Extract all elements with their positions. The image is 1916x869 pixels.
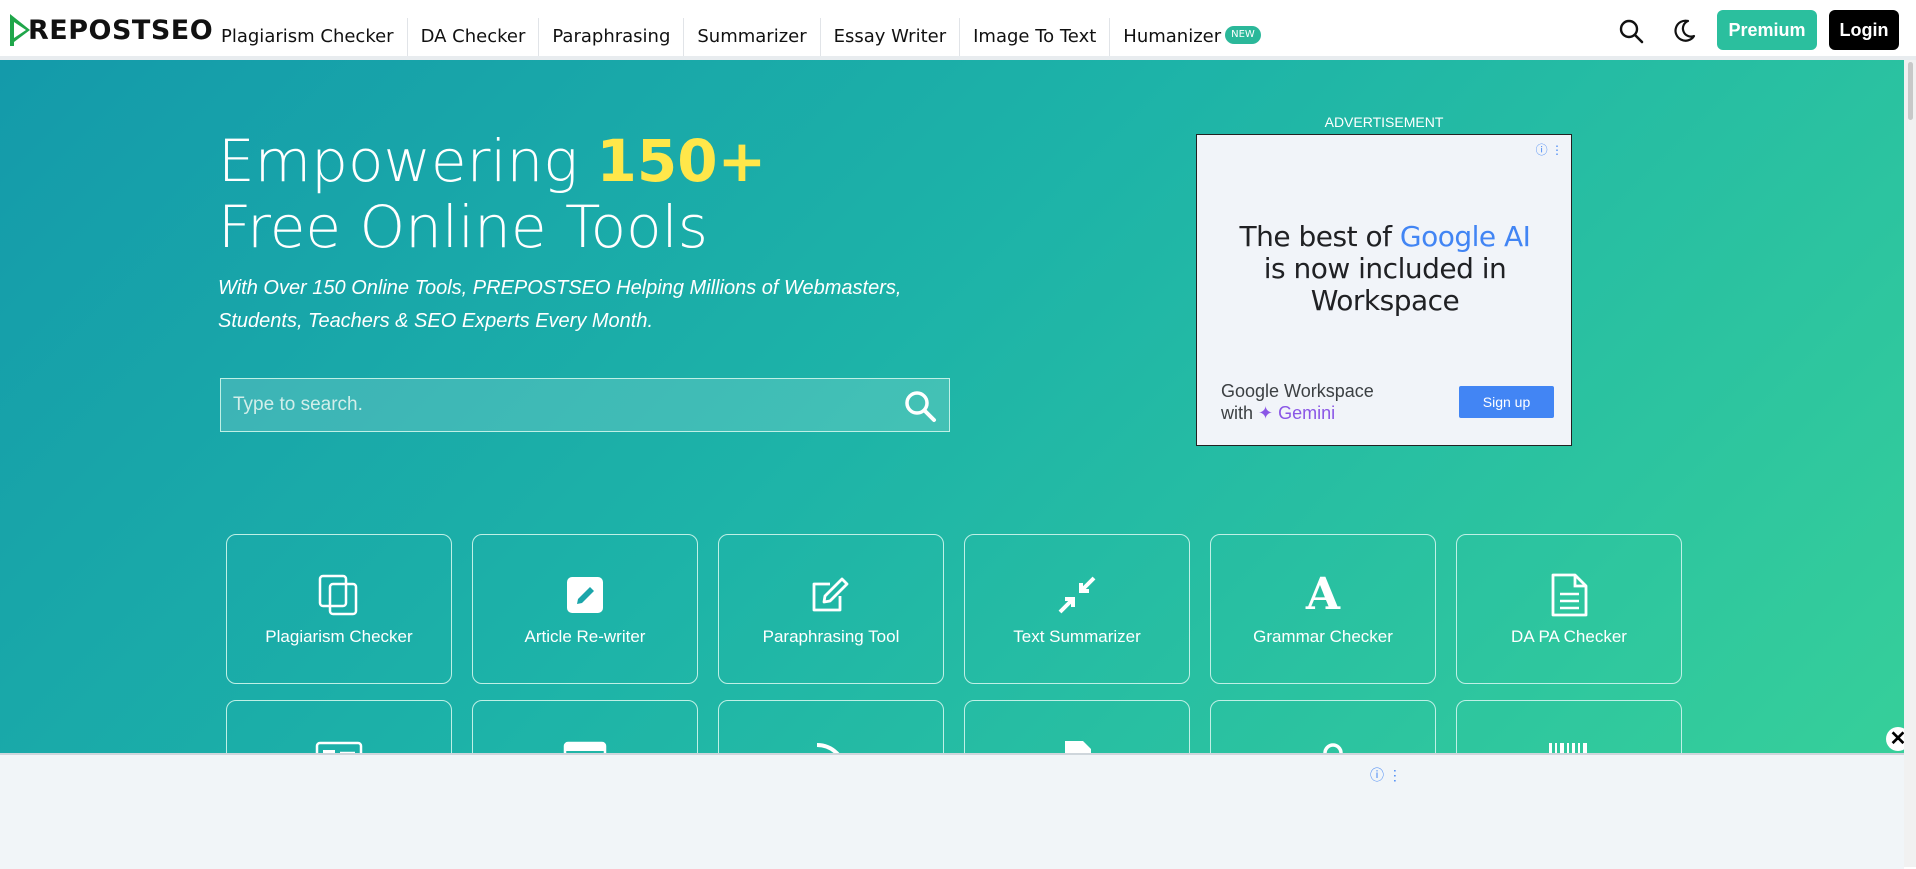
page-title: Empowering 150+ Free Online Tools — [218, 128, 766, 260]
tool-card-label: DA PA Checker — [1511, 627, 1627, 646]
logo[interactable]: REPOSTSEO — [8, 10, 213, 50]
ad-footer: Google Workspace with ✦ Gemini — [1221, 380, 1374, 424]
tool-card[interactable] — [472, 700, 698, 753]
advertisement-label: ADVERTISEMENT — [1324, 114, 1444, 130]
title-line2: Free Online Tools — [218, 193, 708, 261]
ad-info-icon[interactable]: ⓘ ⋮ — [1370, 765, 1402, 785]
compress-icon — [965, 571, 1189, 619]
tool-card[interactable] — [964, 700, 1190, 753]
tool-card-label: Plagiarism Checker — [265, 627, 413, 646]
ad-headline-google: Google AI — [1399, 220, 1531, 253]
nav-essay-writer[interactable]: Essay Writer — [819, 18, 959, 56]
pen-square-icon — [719, 571, 943, 619]
window-icon — [473, 735, 697, 753]
title-prefix: Empowering — [218, 127, 597, 195]
top-navbar: REPOSTSEO Plagiarism Checker DA Checker … — [0, 0, 1916, 60]
scrollbar-track[interactable] — [1904, 60, 1916, 867]
edit-square-icon — [473, 571, 697, 619]
gears-icon — [1211, 735, 1435, 753]
hero-section: Empowering 150+ Free Online Tools With O… — [0, 60, 1904, 753]
tool-card[interactable] — [718, 700, 944, 753]
scrollbar-thumb[interactable] — [1908, 62, 1913, 120]
tool-card-label: Grammar Checker — [1253, 627, 1393, 646]
nav-plagiarism-checker[interactable]: Plagiarism Checker — [208, 18, 407, 56]
ad-info-icon[interactable]: ⓘ ⋮ — [1536, 141, 1563, 158]
barcode-icon — [1457, 735, 1681, 753]
rss-icon — [719, 735, 943, 753]
tool-card-label: Article Re-writer — [524, 627, 646, 646]
ad-headline-prefix: The best of — [1239, 220, 1400, 253]
search-icon — [905, 391, 936, 422]
search-icon — [1619, 19, 1644, 44]
tool-card-grammar-checker[interactable]: A Grammar Checker — [1210, 534, 1436, 684]
new-badge: NEW — [1225, 26, 1261, 44]
tool-card[interactable] — [1210, 700, 1436, 753]
id-card-icon — [227, 735, 451, 753]
dark-mode-toggle[interactable] — [1667, 14, 1701, 48]
tool-card-text-summarizer[interactable]: Text Summarizer — [964, 534, 1190, 684]
bottom-sticky-ad[interactable]: ⓘ ⋮ — [0, 753, 1904, 869]
copy-icon — [227, 571, 451, 619]
ad-signup-button[interactable]: Sign up — [1459, 386, 1554, 418]
ad-footer-prefix: with — [1221, 403, 1259, 423]
document-icon — [1457, 571, 1681, 619]
header-search-button[interactable] — [1614, 14, 1648, 48]
tool-card[interactable] — [1456, 700, 1682, 753]
ad-footer-line1: Google Workspace — [1221, 381, 1374, 401]
ad-headline-rest: is now included in Workspace — [1263, 252, 1507, 317]
nav-image-to-text[interactable]: Image To Text — [959, 18, 1109, 56]
ad-footer-brand: ✦ Gemini — [1258, 403, 1336, 423]
file-icon — [965, 735, 1189, 753]
search-input[interactable] — [221, 379, 881, 431]
nav-paraphrasing[interactable]: Paraphrasing — [538, 18, 683, 56]
tool-card[interactable] — [226, 700, 452, 753]
ad-headline: The best of Google AI is now included in… — [1197, 221, 1573, 317]
moon-icon — [1674, 19, 1696, 42]
nav-humanizer[interactable]: Humanizer NEW — [1109, 18, 1274, 56]
tool-card-label: Text Summarizer — [1013, 627, 1141, 646]
tool-card-label: Paraphrasing Tool — [762, 627, 900, 646]
tool-search — [220, 378, 950, 432]
search-submit-button[interactable] — [901, 387, 939, 425]
premium-button[interactable]: Premium — [1717, 10, 1817, 50]
logo-mark-icon — [10, 14, 30, 46]
logo-text: REPOSTSEO — [28, 14, 214, 46]
title-accent: 150+ — [596, 127, 767, 195]
main-nav: Plagiarism Checker DA Checker Paraphrasi… — [208, 18, 1274, 56]
login-button[interactable]: Login — [1829, 10, 1899, 50]
nav-da-checker[interactable]: DA Checker — [406, 18, 539, 56]
advertisement-banner[interactable]: ⓘ ⋮ The best of Google AI is now include… — [1196, 134, 1572, 446]
nav-humanizer-label: Humanizer — [1123, 26, 1222, 47]
hero-subtitle: With Over 150 Online Tools, PREPOSTSEO H… — [218, 277, 902, 332]
nav-summarizer[interactable]: Summarizer — [683, 18, 819, 56]
font-a-icon: A — [1305, 569, 1341, 620]
tool-card-da-pa-checker[interactable]: DA PA Checker — [1456, 534, 1682, 684]
tool-card-paraphrasing-tool[interactable]: Paraphrasing Tool — [718, 534, 944, 684]
tool-card-plagiarism-checker[interactable]: Plagiarism Checker — [226, 534, 452, 684]
tool-card-article-rewriter[interactable]: Article Re-writer — [472, 534, 698, 684]
